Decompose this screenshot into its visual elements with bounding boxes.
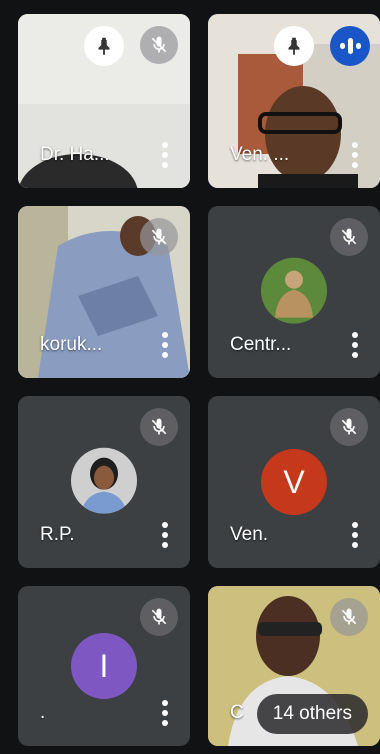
participant-name: C (230, 702, 244, 723)
avatar: V (261, 449, 327, 515)
participant-tile-dr-ha[interactable]: Dr. Ha... (18, 14, 190, 188)
participant-tile-ven-1[interactable]: Ven. ... (208, 14, 380, 188)
others-label: 14 others (272, 703, 352, 724)
participant-tile-koruk[interactable]: koruk... (18, 206, 190, 378)
more-vert-icon[interactable] (162, 332, 168, 358)
participant-name: Ven. (230, 524, 269, 545)
avatar: I (71, 633, 137, 699)
participant-name: Dr. Ha... (40, 144, 110, 165)
mic-off-icon (330, 408, 368, 446)
avatar (261, 257, 327, 324)
avatar-letter: I (99, 647, 109, 684)
pin-icon[interactable] (84, 26, 124, 66)
more-vert-icon[interactable] (162, 142, 168, 168)
audio-wave-icon (330, 26, 370, 66)
more-vert-icon[interactable] (162, 522, 168, 548)
others-button[interactable]: 14 others (256, 694, 368, 734)
avatar (71, 447, 137, 514)
mic-off-icon (140, 218, 178, 256)
participant-name: Centr... (230, 334, 292, 355)
mic-off-icon (140, 26, 178, 64)
pin-icon[interactable] (274, 26, 314, 66)
more-vert-icon[interactable] (352, 522, 358, 548)
more-vert-icon[interactable] (352, 142, 358, 168)
mic-off-icon (330, 598, 368, 636)
participant-tile-ven-2[interactable]: V Ven. (208, 396, 380, 568)
mic-off-icon (140, 598, 178, 636)
participant-name: . (40, 702, 46, 723)
participant-name: R.P. (40, 524, 75, 545)
participant-name: Ven. ... (230, 144, 290, 165)
participant-name: koruk... (40, 334, 103, 355)
participant-tile-centr[interactable]: Centr... (208, 206, 380, 378)
avatar-letter: V (283, 463, 305, 500)
participant-tile-i[interactable]: I . (18, 586, 190, 746)
mic-off-icon (330, 218, 368, 256)
participant-tile-others[interactable]: C 14 others (208, 586, 380, 746)
more-vert-icon[interactable] (352, 332, 358, 358)
more-vert-icon[interactable] (162, 700, 168, 726)
participant-tile-rp[interactable]: R.P. (18, 396, 190, 568)
participant-grid: Dr. Ha... Ven. ... koruk... Centr... R.P… (18, 14, 380, 746)
mic-off-icon (140, 408, 178, 446)
